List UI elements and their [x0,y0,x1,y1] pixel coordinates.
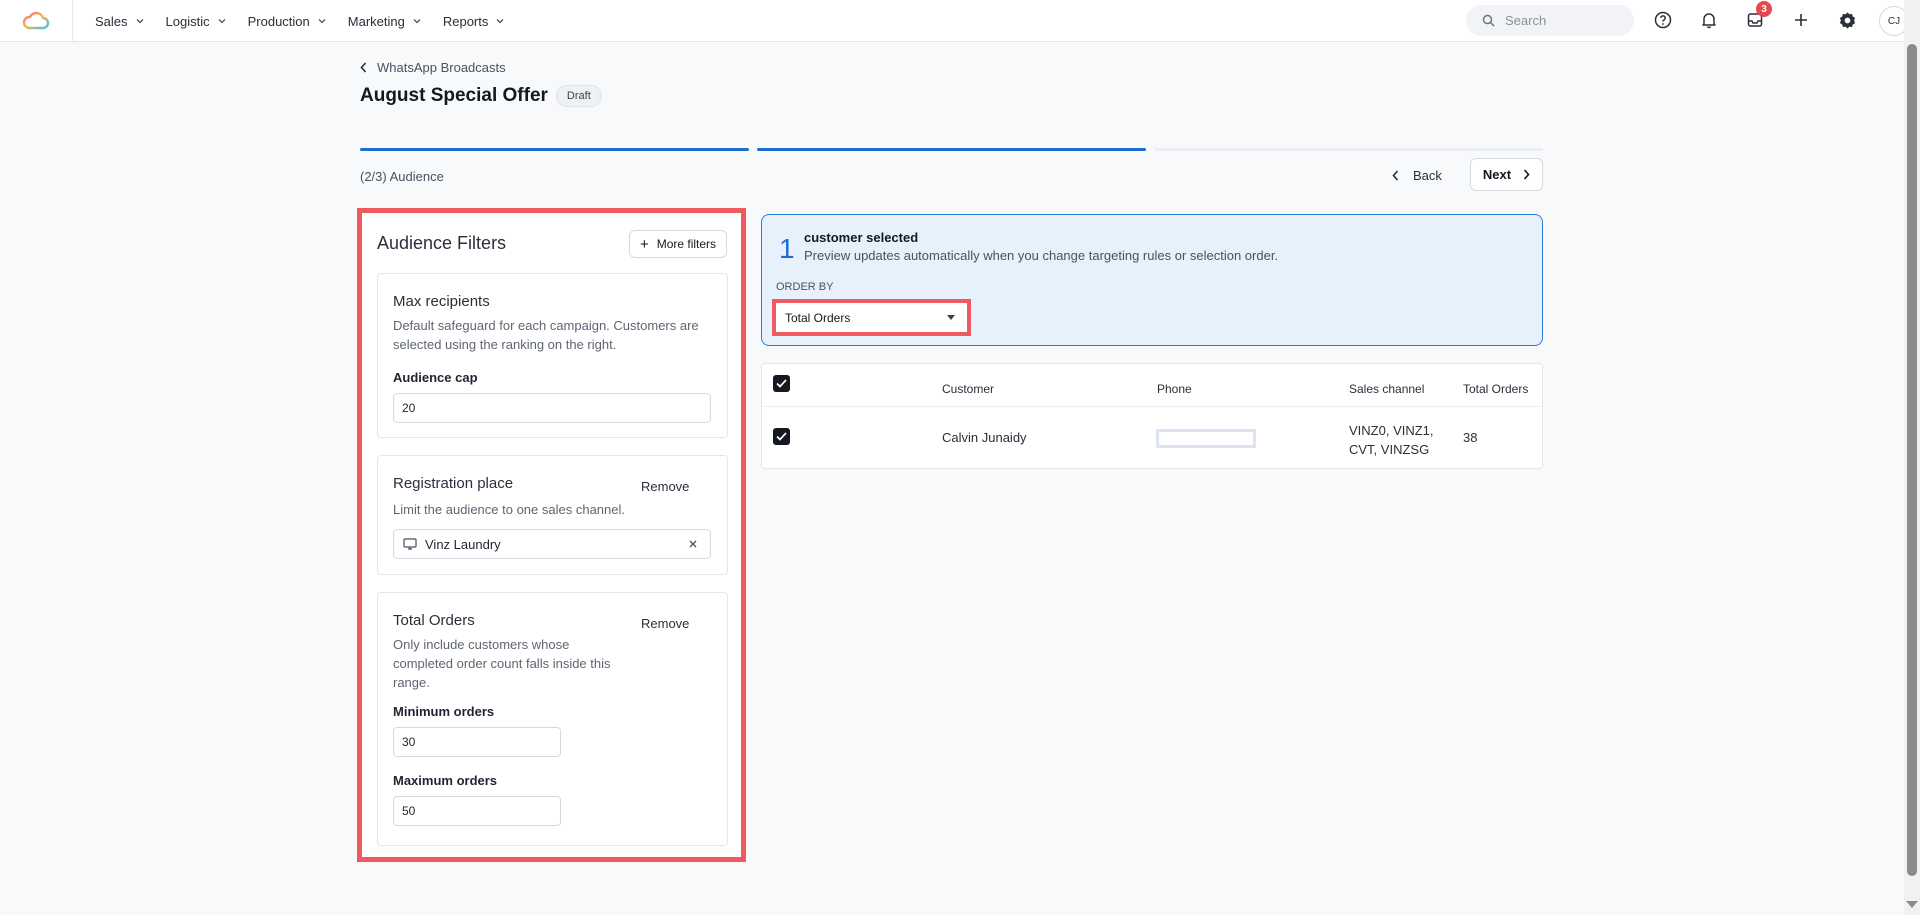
more-filters-button[interactable]: + More filters [629,230,727,258]
main-nav: Sales Logistic Production Marketing Repo… [95,0,526,42]
nav-marketing[interactable]: Marketing [348,14,421,29]
caret-down-icon [947,315,955,320]
nav-sales-label: Sales [95,13,128,29]
customer-table: Customer Phone Sales channel Total Order… [761,363,1543,469]
check-icon [776,432,787,441]
search-input[interactable]: Search [1466,5,1634,36]
top-navigation-bar: Sales Logistic Production Marketing Repo… [0,0,1909,42]
page-title: August Special Offer [360,85,548,106]
column-header-customer[interactable]: Customer [942,382,994,396]
next-button-label: Next [1482,167,1512,182]
title-row: August Special Offer Draft [360,85,602,107]
selected-sales-channel: Vinz Laundry [425,536,501,552]
max-recipients-description: Default safeguard for each campaign. Cus… [393,318,699,352]
maximum-orders-label: Maximum orders [393,773,498,788]
chevron-down-icon [218,19,226,24]
scroll-down-arrow-icon[interactable] [1906,901,1918,908]
nav-production-label: Production [247,13,310,29]
plus-icon[interactable] [1790,9,1812,31]
chevron-left-icon [1392,169,1399,181]
customer-name: Calvin Junaidy [942,430,1027,445]
plus-icon: + [639,235,649,253]
status-badge: Draft [555,85,602,107]
registration-place-card: Registration place Remove Limit the audi… [377,455,728,575]
sales-channel-select[interactable]: Vinz Laundry [393,529,711,559]
nav-sales[interactable]: Sales [95,14,144,29]
close-icon[interactable] [687,538,699,550]
max-recipients-title: Max recipients [393,293,490,310]
breadcrumb-label: WhatsApp Broadcasts [377,60,506,75]
phone-redacted [1156,429,1256,448]
selected-count: 1 [779,233,795,264]
remove-total-orders-button[interactable]: Remove [641,616,689,631]
nav-production[interactable]: Production [248,14,326,29]
registration-place-description: Limit the audience to one sales channel. [393,502,625,517]
order-by-select[interactable]: Total Orders [776,303,967,332]
back-button-label: Back [1413,167,1442,183]
audience-filters-panel: Audience Filters + More filters Max reci… [362,213,741,857]
chevron-down-icon [318,19,326,24]
select-all-checkbox[interactable] [773,375,790,392]
max-recipients-card: Max recipients Default safeguard for eac… [377,273,728,438]
sales-channel-line-1: VINZ0, VINZ1, [1349,423,1434,438]
chevron-down-icon [496,19,504,24]
back-button[interactable]: Back [1392,161,1442,189]
total-orders-title: Total Orders [393,612,475,629]
bell-icon[interactable] [1698,9,1720,31]
audience-cap-label: Audience cap [393,370,478,385]
header-divider [762,406,1542,407]
cloud-logo-icon [22,11,50,30]
nav-logistic-label: Logistic [165,13,210,29]
step-label: (2/3) Audience [360,169,444,184]
more-filters-label: More filters [656,237,717,251]
scrollbar-thumb[interactable] [1907,44,1917,876]
minimum-orders-input[interactable] [393,727,561,757]
chevron-down-icon [413,19,421,24]
registration-place-title: Registration place [393,475,514,492]
search-placeholder: Search [1505,13,1547,28]
order-by-label: ORDER BY [776,281,834,293]
row-checkbox[interactable] [773,428,790,445]
sales-channel-line-2: CVT, VINZSG [1349,442,1430,457]
monitor-icon [403,538,417,550]
inbox-icon[interactable]: 3 [1744,1,1772,31]
audience-cap-input[interactable] [393,393,711,423]
nav-reports-label: Reports [442,13,489,29]
inbox-count-badge: 3 [1756,1,1772,17]
progress-step-3 [1154,148,1543,151]
summary-title: customer selected [804,230,919,245]
column-header-phone[interactable]: Phone [1157,382,1192,396]
progress-step-2 [757,148,1146,151]
total-orders-card: Total Orders Remove Only include custome… [377,592,728,846]
total-orders-description: Only include customers whose completed o… [393,637,611,690]
chevron-right-icon [1523,169,1530,180]
selection-summary: 1 customer selected Preview updates auto… [761,214,1543,346]
sales-channel-cell: VINZ0, VINZ1, CVT, VINZSG [1349,421,1434,459]
search-icon [1482,14,1495,27]
column-header-sales-channel[interactable]: Sales channel [1349,382,1424,396]
minimum-orders-label: Minimum orders [393,704,495,719]
breadcrumb[interactable]: WhatsApp Broadcasts [360,60,506,75]
remove-registration-place-button[interactable]: Remove [641,479,689,494]
chevron-down-icon [136,19,143,24]
total-orders-cell: 38 [1463,430,1478,445]
nav-marketing-label: Marketing [347,13,405,29]
gear-icon[interactable] [1836,9,1858,31]
summary-description: Preview updates automatically when you c… [804,248,1279,263]
chevron-left-icon [360,62,367,73]
next-button[interactable]: Next [1470,158,1543,191]
maximum-orders-input[interactable] [393,796,561,826]
order-by-value: Total Orders [785,310,851,325]
progress-step-1 [360,148,749,151]
nav-logistic[interactable]: Logistic [166,14,226,29]
check-icon [776,379,787,388]
filters-title: Audience Filters [377,233,507,253]
app-logo[interactable] [0,0,73,42]
column-header-total-orders[interactable]: Total Orders [1463,382,1528,396]
help-icon[interactable] [1652,9,1674,31]
nav-reports[interactable]: Reports [443,14,505,29]
